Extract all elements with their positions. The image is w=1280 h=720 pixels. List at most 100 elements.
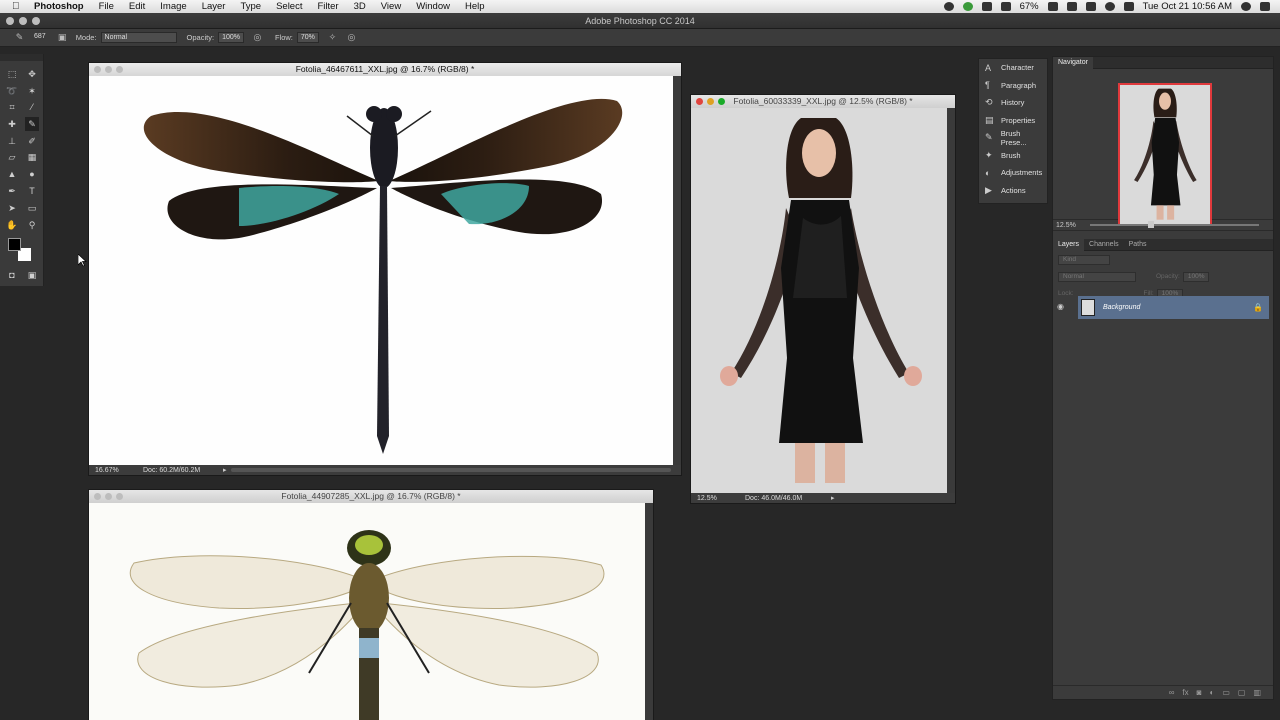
menu-edit[interactable]: Edit <box>129 1 145 12</box>
dropbox-icon[interactable] <box>981 2 992 11</box>
move-tool-icon[interactable]: ✥ <box>25 67 39 81</box>
eject-icon[interactable] <box>1066 2 1077 11</box>
healing-brush-icon[interactable]: ✚ <box>5 117 19 131</box>
link-layers-icon[interactable]: ∞ <box>1169 688 1175 697</box>
panel-character[interactable]: A Character <box>979 59 1047 77</box>
clone-stamp-icon[interactable]: ⊥ <box>5 134 19 148</box>
document-2-status-menu-icon[interactable]: ▸ <box>831 494 835 502</box>
eraser-icon[interactable]: ▱ <box>5 150 19 164</box>
menu-select[interactable]: Select <box>276 1 302 12</box>
minimize-icon[interactable] <box>707 98 714 105</box>
menu-filter[interactable]: Filter <box>317 1 338 12</box>
layer-row-background[interactable]: Background 🔒 <box>1078 296 1269 319</box>
close-icon[interactable] <box>94 493 101 500</box>
panel-history[interactable]: ⟲ History <box>979 94 1047 112</box>
tab-channels[interactable]: Channels <box>1084 239 1124 251</box>
navigator-zoom-value[interactable]: 12.5% <box>1056 222 1076 229</box>
panel-adjustments[interactable]: ◐ Adjustments <box>979 164 1047 182</box>
document-2-vertical-scrollbar[interactable] <box>947 108 955 495</box>
document-1-canvas[interactable] <box>89 76 675 467</box>
screen-mode-icon[interactable]: ▣ <box>25 268 39 282</box>
clock[interactable]: Tue Oct 21 10:56 AM <box>1143 1 1232 12</box>
new-group-icon[interactable]: ▭ <box>1222 688 1230 697</box>
brush-panel-toggle-icon[interactable]: ▣ <box>57 32 68 43</box>
menu-3d[interactable]: 3D <box>354 1 366 12</box>
document-2-canvas[interactable] <box>691 108 947 495</box>
shape-tool-icon[interactable]: ▭ <box>25 201 39 215</box>
panel-brush[interactable]: ✦ Brush <box>979 147 1047 165</box>
document-1-status-menu-icon[interactable]: ▸ <box>223 466 227 474</box>
menu-image[interactable]: Image <box>160 1 186 12</box>
opacity-field[interactable]: 100% <box>218 32 244 43</box>
zoom-icon[interactable] <box>718 98 725 105</box>
delete-layer-icon[interactable]: ▥ <box>1253 688 1261 697</box>
wifi-icon[interactable] <box>1104 2 1115 11</box>
layer-filter-kind-select[interactable]: Kind <box>1058 254 1110 265</box>
blend-mode-select[interactable]: Normal <box>1058 271 1136 282</box>
record-icon[interactable] <box>943 2 954 11</box>
navigator-zoom-slider[interactable] <box>1089 221 1259 228</box>
apple-icon[interactable]:  <box>12 1 26 12</box>
menu-type[interactable]: Type <box>240 1 261 12</box>
panel-paragraph[interactable]: ¶ Paragraph <box>979 77 1047 95</box>
tab-navigator[interactable]: Navigator <box>1053 56 1093 69</box>
menu-layer[interactable]: Layer <box>202 1 226 12</box>
document-1-zoom-level[interactable]: 16.67% <box>89 467 143 474</box>
close-icon[interactable] <box>696 98 703 105</box>
mode-select[interactable]: Normal <box>100 32 177 43</box>
layer-opacity-field[interactable]: 100% <box>1182 271 1210 282</box>
document-3-vertical-scrollbar[interactable] <box>645 503 653 720</box>
layer-mask-icon[interactable]: ◙ <box>1197 688 1202 697</box>
menu-app-name[interactable]: Photoshop <box>34 1 84 12</box>
type-tool-icon[interactable]: T <box>25 184 39 198</box>
flow-field[interactable]: 70% <box>296 32 319 43</box>
zoom-icon[interactable] <box>116 66 123 73</box>
document-window-1[interactable]: Fotolia_46467611_XXL.jpg @ 16.7% (RGB/8)… <box>88 62 682 476</box>
creative-cloud-icon[interactable] <box>1000 2 1011 11</box>
blur-tool-icon[interactable]: ▲ <box>5 167 19 181</box>
airbrush-icon[interactable]: ✧ <box>327 32 338 43</box>
navigator-preview[interactable] <box>1053 69 1273 226</box>
brush-size-picker[interactable]: 687 <box>31 32 49 43</box>
zoom-tool-icon[interactable]: ⚲ <box>25 218 39 232</box>
dodge-tool-icon[interactable]: ● <box>25 167 39 181</box>
document-1-horizontal-scrollbar[interactable] <box>230 468 671 472</box>
panel-properties[interactable]: ▤ Properties <box>979 112 1047 130</box>
document-1-titlebar[interactable]: Fotolia_46467611_XXL.jpg @ 16.7% (RGB/8)… <box>89 63 681 76</box>
pen-tool-icon[interactable]: ✒ <box>5 184 19 198</box>
document-window-2[interactable]: Fotolia_60033339_XXL.jpg @ 12.5% (RGB/8)… <box>690 94 956 504</box>
panel-actions[interactable]: ▶ Actions <box>979 182 1047 200</box>
navigator-zoom-knob[interactable] <box>1147 221 1154 228</box>
bluetooth-icon[interactable] <box>1085 2 1096 11</box>
minimize-icon[interactable] <box>105 493 112 500</box>
zoom-icon[interactable] <box>116 493 123 500</box>
magic-wand-icon[interactable]: ✶ <box>25 84 39 98</box>
lasso-tool-icon[interactable]: ➰ <box>5 84 19 98</box>
history-brush-icon[interactable]: ✐ <box>25 134 39 148</box>
document-2-zoom-level[interactable]: 12.5% <box>691 495 745 502</box>
layer-visibility-eye-icon[interactable]: ◉ <box>1057 302 1064 311</box>
document-1-vertical-scrollbar[interactable] <box>673 76 681 467</box>
pressure-opacity-icon[interactable]: ◎ <box>252 32 263 43</box>
evernote-icon[interactable] <box>962 2 973 11</box>
airplay-icon[interactable] <box>1047 2 1058 11</box>
minimize-icon[interactable] <box>105 66 112 73</box>
quick-mask-icon[interactable]: ◘ <box>5 268 19 282</box>
hand-tool-icon[interactable]: ✋ <box>5 218 19 232</box>
brush-tool-preset-icon[interactable]: ✎ <box>14 32 25 43</box>
adjustment-layer-icon[interactable]: ◐ <box>1209 688 1214 697</box>
spotlight-search-icon[interactable] <box>1241 2 1251 11</box>
notification-center-icon[interactable] <box>1260 2 1270 11</box>
brush-tool-icon[interactable]: ✎ <box>25 117 39 131</box>
close-icon[interactable] <box>94 66 101 73</box>
tab-paths[interactable]: Paths <box>1124 239 1152 251</box>
crop-tool-icon[interactable]: ⌗ <box>5 100 19 114</box>
menu-window[interactable]: Window <box>416 1 450 12</box>
navigator-view-box[interactable] <box>1118 83 1212 226</box>
document-3-canvas[interactable] <box>89 503 645 720</box>
tab-layers[interactable]: Layers <box>1053 238 1085 251</box>
marquee-tool-icon[interactable]: ⬚ <box>5 67 19 81</box>
document-window-3[interactable]: Fotolia_44907285_XXL.jpg @ 16.7% (RGB/8)… <box>88 489 654 720</box>
pressure-size-icon[interactable]: ◎ <box>346 32 357 43</box>
eyedropper-icon[interactable]: ⁄ <box>25 100 39 114</box>
